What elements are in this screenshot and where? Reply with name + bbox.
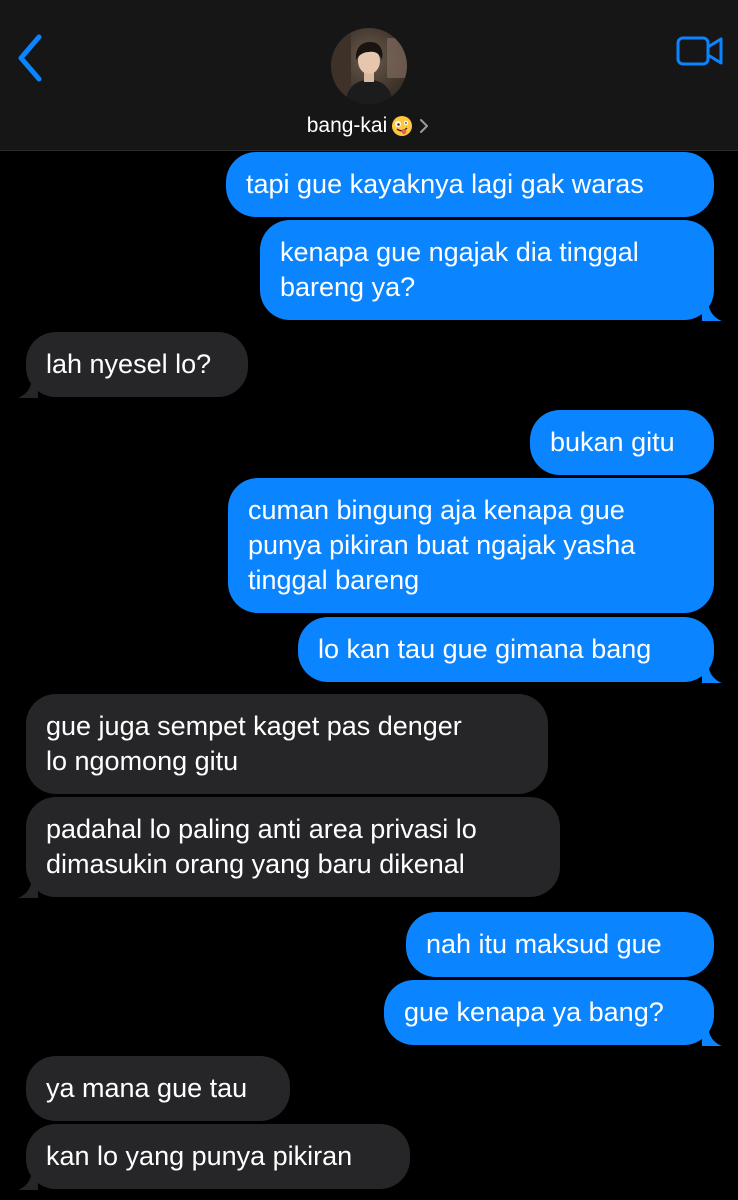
video-call-button[interactable] [676,34,724,68]
sent-message[interactable]: nah itu maksud gue [406,912,714,977]
message-text: tapi gue kayaknya lagi gak waras [246,169,644,199]
chevron-left-back-icon [18,34,42,82]
contact-avatar[interactable] [331,28,407,104]
sent-message[interactable]: bukan gitu [530,410,714,475]
message-text: ya mana gue tau [46,1073,248,1103]
message-text-line: gue juga sempet kaget pas denger [46,711,462,741]
message-text-line: punya pikiran buat ngajak yasha [248,530,636,560]
message-text-line: bareng ya? [280,272,416,302]
received-message[interactable]: lah nyesel lo? [18,332,248,398]
message-text-line: dimasukin orang yang baru dikenal [46,849,465,879]
message-text-line: lo ngomong gitu [46,746,239,776]
received-message[interactable]: kan lo yang punya pikiran [18,1124,410,1190]
message-text: lah nyesel lo? [46,349,212,379]
video-camera-icon [676,36,723,66]
sent-message[interactable]: gue kenapa ya bang? [384,980,722,1046]
bubble-tail [702,1024,722,1046]
message-text: bukan gitu [550,427,675,457]
sent-message[interactable]: lo kan tau gue gimana bang [298,617,722,683]
contact-name-button[interactable]: bang-kai [0,114,738,138]
zany-face-emoji-icon [392,116,413,136]
message-text-line: cuman bingung aja kenapa gue [248,495,625,525]
received-message[interactable]: gue juga sempet kaget pas denger lo ngom… [26,694,548,794]
conversation-header: bang-kai [0,0,738,151]
message-text: gue kenapa ya bang? [404,997,664,1027]
bubble-tail [18,876,38,898]
sent-message[interactable]: kenapa gue ngajak dia tinggal bareng ya? [260,220,722,321]
back-button[interactable] [10,30,50,86]
message-text-line: tinggal bareng [248,565,420,595]
bubble-tail [702,299,722,321]
message-text-line: kenapa gue ngajak dia tinggal [280,237,639,267]
message-text: kan lo yang punya pikiran [46,1141,353,1171]
message-text: lo kan tau gue gimana bang [318,634,652,664]
received-message[interactable]: ya mana gue tau [26,1056,290,1121]
sent-message[interactable]: tapi gue kayaknya lagi gak waras [226,152,714,217]
sent-message[interactable]: cuman bingung aja kenapa gue punya pikir… [228,478,714,613]
message-list[interactable]: tapi gue kayaknya lagi gak waras kenapa … [0,150,738,1200]
chevron-right-icon [420,119,429,133]
contact-name: bang-kai [306,114,388,137]
bubble-tail [702,661,722,683]
bubble-tail [18,376,38,398]
bubble-tail [18,1168,38,1190]
message-text: nah itu maksud gue [426,929,662,959]
received-message[interactable]: padahal lo paling anti area privasi lo d… [18,797,560,898]
message-text-line: padahal lo paling anti area privasi lo [46,814,477,844]
avatar-photo [331,28,407,104]
